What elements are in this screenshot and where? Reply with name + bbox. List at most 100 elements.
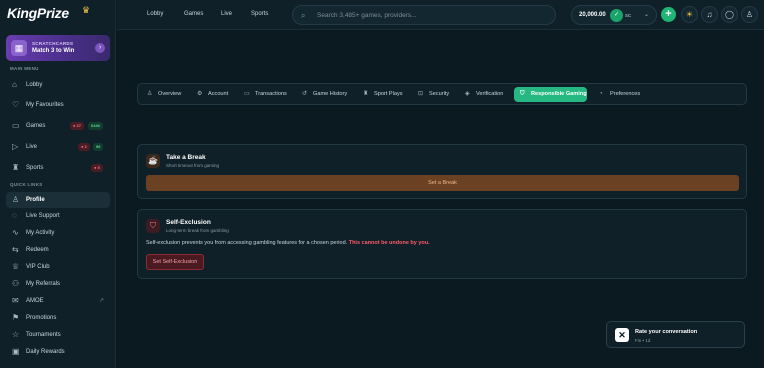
tab-overview[interactable]: ♙ Overview (141, 87, 181, 102)
chat-icon[interactable]: ◯ (721, 6, 738, 23)
deposit-button[interactable]: + (661, 7, 676, 22)
sidebar-item-label: Live Support (26, 213, 60, 219)
rate-conversation-toast[interactable]: ✕ Rate your conversation Fin • 1d (606, 321, 745, 348)
set-a-break-button[interactable]: Set a Break (146, 175, 739, 191)
crown-logo-icon: ♛ (82, 5, 91, 15)
sidebar-item-profile[interactable]: ♙ Profile (6, 192, 110, 208)
tab-label: Account (208, 91, 229, 97)
sidebar-item-live-support[interactable]: ◌ Live Support (6, 208, 110, 224)
tab-transactions[interactable]: ▭ Transactions (238, 87, 287, 102)
shield-check-icon: ◈ (465, 91, 470, 97)
tab-responsible-gaming[interactable]: ⛉ Responsible Gaming (514, 87, 587, 102)
brand-mark-icon: ✕ (615, 328, 629, 342)
sidebar-item-label: My Favourites (26, 102, 64, 108)
sidebar-item-vip-club[interactable]: ♕ VIP Club (6, 259, 110, 275)
sidebar-item-lobby[interactable]: ⌂ Lobby (6, 77, 110, 93)
sidebar-item-label: Redeem (26, 247, 49, 253)
games-live-count-badge: ● 27 (70, 122, 84, 130)
self-exclusion-card: ⛉ Self-Exclusion Long-term break from ga… (137, 209, 747, 279)
tab-label: Security (429, 91, 450, 97)
sidebar-item-redeem[interactable]: ⇆ Redeem (6, 242, 110, 258)
external-link-icon: ↗ (98, 298, 104, 304)
tab-sport-plays[interactable]: ♜ Sport Plays (357, 87, 403, 102)
history-icon: ↺ (302, 91, 308, 97)
sidebar-item-tournaments[interactable]: ☆ Tournaments (6, 327, 110, 343)
trophy-icon: ☆ (12, 330, 20, 339)
mail-icon: ✉ (12, 296, 19, 305)
tab-account[interactable]: ⚙ Account (191, 87, 228, 102)
sidebar-item-sports[interactable]: ♜ Sports ● 5 (6, 160, 110, 176)
bell-icon[interactable]: ♫ (701, 6, 718, 23)
logo[interactable]: KingPrize (7, 5, 69, 21)
balance-selector[interactable]: 20,000.00 ✓ SC ⌄ (571, 5, 657, 25)
heart-icon: ♡ (12, 100, 20, 109)
tab-preferences[interactable]: ◔ Preferences (593, 87, 640, 102)
self-exclusion-warning: This cannot be undone by you. (348, 240, 430, 246)
sidebar-item-label: My Referrals (26, 281, 61, 287)
live-total-badge: 96 (93, 143, 104, 151)
tab-security[interactable]: ⊡ Security (412, 87, 449, 102)
sidebar-item-label: Profile (26, 197, 45, 203)
search-input[interactable]: ⌕ Search 3,485+ games, providers... (292, 5, 556, 25)
promo-banner-scratchcards[interactable]: ▦ SCRATCHCARDS Match 3 to Win › (6, 35, 110, 61)
self-exclusion-subtitle: Long-term break from gambling (166, 228, 229, 233)
balance-value: 20,000.00 (579, 12, 606, 18)
sidebar-item-label: Promotions (26, 315, 57, 321)
games-total-badge: 6440 (88, 122, 103, 130)
gamepad-icon: ▭ (12, 121, 20, 130)
redeem-icon: ⇆ (12, 245, 19, 254)
sidebar-item-label: Live (26, 144, 38, 150)
topnav-sports[interactable]: Sports (251, 11, 268, 17)
user-icon: ♙ (147, 91, 153, 97)
self-exclusion-description: Self-exclusion prevents you from accessi… (146, 240, 430, 246)
sidebar-item-daily-rewards[interactable]: ▣ Daily Rewards (6, 344, 110, 360)
top-bar: Lobby Games Live Sports ⌕ Search 3,485+ … (117, 0, 764, 30)
toast-title: Rate your conversation (635, 329, 698, 335)
coffee-icon: ☕ (146, 154, 160, 168)
shield-icon: ⛉ (520, 91, 525, 97)
trophy-icon: ♜ (12, 163, 20, 172)
tab-label: Responsible Gaming (531, 91, 587, 97)
theme-toggle-sun-icon[interactable]: ☀ (681, 6, 698, 23)
search-icon: ⌕ (301, 11, 306, 20)
main-menu-label: MAIN MENU (10, 66, 39, 71)
sidebar-item-label: Games (26, 123, 46, 129)
topnav-games[interactable]: Games (184, 11, 203, 17)
bell-icon: ◔ (599, 91, 603, 97)
chevron-right-icon[interactable]: › (95, 43, 105, 53)
sidebar-item-games[interactable]: ▭ Games ● 27 6440 (6, 118, 110, 134)
chevron-down-icon: ⌄ (644, 12, 650, 18)
user-icon: ♙ (12, 195, 20, 204)
topnav-lobby[interactable]: Lobby (147, 11, 163, 17)
sidebar-item-label: AMOE (26, 298, 44, 304)
avatar[interactable]: ♙ (741, 6, 758, 23)
toast-meta: Fin • 1d (635, 338, 651, 343)
sidebar-item-promotions[interactable]: ⚑ Promotions (6, 310, 110, 326)
sidebar-item-label: My Activity (26, 230, 55, 236)
sidebar-item-live[interactable]: ▷ Live ● 2 96 (6, 139, 110, 155)
topnav-live[interactable]: Live (221, 11, 232, 17)
tab-game-history[interactable]: ↺ Game History (296, 87, 347, 102)
card-icon: ▭ (244, 91, 250, 97)
self-exclusion-description-text: Self-exclusion prevents you from accessi… (146, 240, 348, 246)
take-a-break-title: Take a Break (166, 154, 206, 161)
grid-icon: ▦ (11, 40, 27, 56)
sports-count-badge: ● 5 (91, 164, 103, 172)
tab-label: Overview (158, 91, 182, 97)
gift-icon: ⚑ (12, 313, 20, 322)
self-exclusion-title: Self-Exclusion (166, 219, 211, 226)
sidebar-item-amoe[interactable]: ✉ AMOE ↗ (6, 293, 110, 309)
tab-label: Verification (476, 91, 504, 97)
sidebar-item-my-activity[interactable]: ∿ My Activity (6, 225, 110, 241)
sidebar-item-label: Lobby (26, 82, 43, 88)
tab-label: Sport Plays (374, 91, 403, 97)
lock-icon: ⊡ (418, 91, 424, 97)
sidebar-item-my-referrals[interactable]: ⚇ My Referrals (6, 276, 110, 292)
home-icon: ⌂ (12, 80, 17, 89)
set-self-exclusion-button[interactable]: Set Self-Exclusion (146, 254, 204, 270)
users-icon: ⚇ (12, 279, 20, 288)
sidebar-item-favourites[interactable]: ♡ My Favourites (6, 97, 110, 113)
sidebar-item-label: VIP Club (26, 264, 50, 270)
video-icon: ▷ (12, 142, 19, 151)
tab-verification[interactable]: ◈ Verification (459, 87, 503, 102)
